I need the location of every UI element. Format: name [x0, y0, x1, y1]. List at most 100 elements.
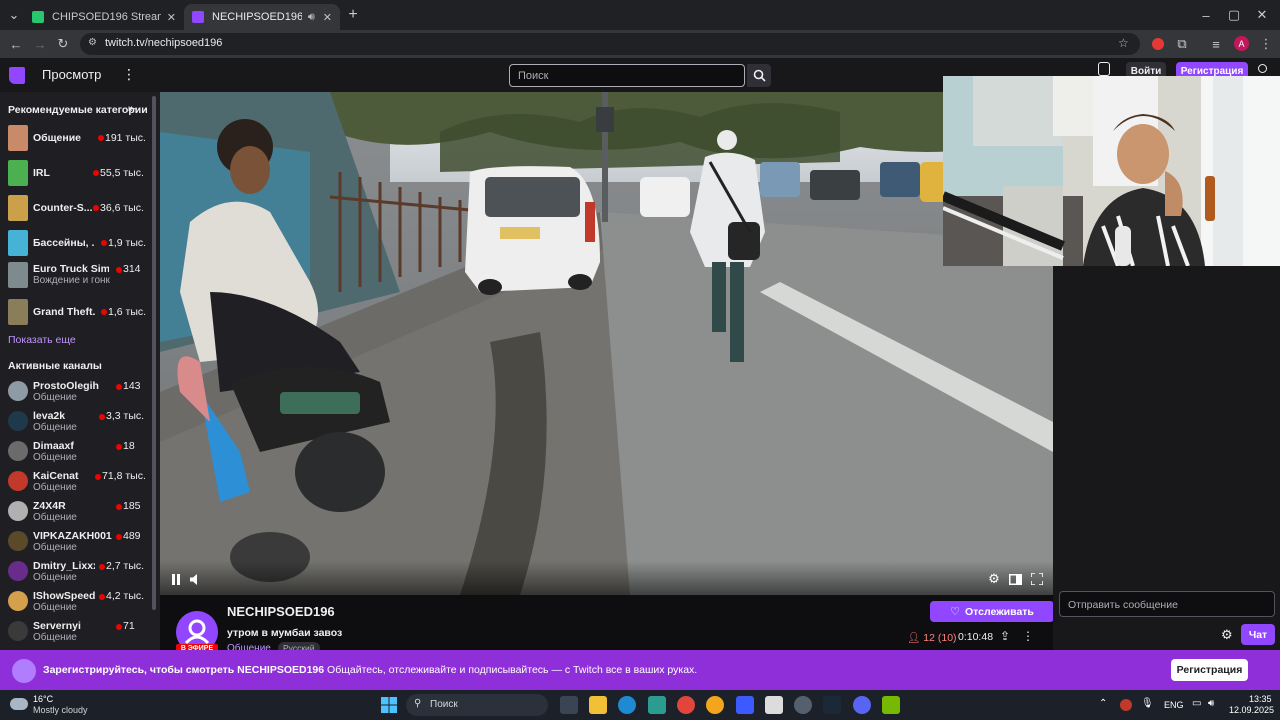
banner-signup-button[interactable]: Регистрация	[1171, 659, 1248, 681]
user-menu-icon[interactable]	[1258, 64, 1267, 73]
tray-app-icon[interactable]	[1120, 699, 1132, 711]
sidebar-category[interactable]: IRL 55,5 тыс.	[0, 158, 152, 188]
live-dot-icon	[99, 564, 105, 570]
video-player[interactable]: ⚙︎	[160, 92, 1053, 595]
sidebar-category[interactable]: Counter-S... 36,6 тыс.	[0, 193, 152, 223]
collapse-sidebar-icon[interactable]: ⇤	[128, 102, 137, 115]
clock-time[interactable]: 13:35	[1249, 694, 1272, 704]
tab-search-icon[interactable]: ⌄	[4, 5, 24, 25]
reload-icon[interactable]: ↻	[53, 34, 73, 54]
chat-input[interactable]: Отправить сообщение	[1059, 591, 1275, 617]
avatar	[8, 441, 28, 461]
more-options-icon[interactable]: ⋮	[1022, 629, 1034, 643]
speaker-icon[interactable]: 🔊︎	[1208, 698, 1214, 709]
more-menu-icon[interactable]: ⋮	[122, 66, 136, 83]
app-icon[interactable]	[706, 696, 724, 714]
tray-chevron-icon[interactable]: ⌃	[1099, 698, 1107, 709]
browser-menu-icon[interactable]: ⋮	[1256, 34, 1276, 54]
top-right-actions: Войти Регистрация	[1092, 62, 1280, 76]
prime-crown-icon[interactable]	[1098, 62, 1110, 76]
sidebar-category[interactable]: Euro Truck Sim... Вождение и гонк 314	[0, 260, 152, 290]
maximize-icon[interactable]: ▢	[1224, 5, 1244, 25]
volume-icon[interactable]	[189, 572, 203, 586]
sidebar-channel[interactable]: leva2k Общение 3,3 тыс.	[0, 407, 152, 437]
search-input[interactable]: Поиск	[509, 64, 745, 87]
new-tab-icon[interactable]: +	[343, 5, 363, 25]
task-view-icon[interactable]	[560, 696, 578, 714]
back-icon[interactable]: ←	[6, 34, 26, 54]
player-controls: ⚙︎	[160, 561, 1053, 595]
chat-settings-icon[interactable]: ⚙︎	[1221, 627, 1233, 643]
speaker-icon[interactable]: 🔊︎	[308, 11, 315, 24]
sidebar-category[interactable]: Общение 191 тыс.	[0, 123, 152, 153]
sidebar-channel[interactable]: Servernyi Общение 71	[0, 617, 152, 647]
app-icon[interactable]	[648, 696, 666, 714]
sidebar-category[interactable]: Бассейны, ... 1,9 тыс.	[0, 228, 152, 258]
app-icon[interactable]	[765, 696, 783, 714]
close-window-icon[interactable]: ✕	[1252, 5, 1272, 25]
browser-tab-chipsoed[interactable]: CHIPSOED196 Stream - Watch Li ✕	[24, 4, 184, 30]
extensions-puzzle-icon[interactable]: ⧉	[1172, 34, 1192, 54]
browse-link[interactable]: Просмотр	[42, 67, 101, 82]
chart-app-icon[interactable]	[736, 696, 754, 714]
banner-description: Общайтесь, отслеживайте и подписывайтесь…	[327, 664, 698, 676]
follow-button[interactable]: ♡ Отслеживать	[930, 601, 1054, 622]
share-icon[interactable]: ⇪	[1000, 629, 1010, 643]
nvidia-icon[interactable]	[882, 696, 900, 714]
login-button[interactable]: Войти	[1126, 62, 1166, 76]
live-dot-icon	[99, 594, 105, 600]
cloud-weather-icon[interactable]	[10, 698, 28, 710]
channel-name[interactable]: NECHIPSOED196	[227, 604, 335, 619]
chat-send-button[interactable]: Чат	[1241, 624, 1275, 645]
sidebar-channel[interactable]: ProstoOlegih Общение 143	[0, 377, 152, 407]
address-bar[interactable]: ⚙︎ twitch.tv/nechipsoed196 ☆	[80, 33, 1140, 55]
sidebar-channel[interactable]: VIPKAZAKH001 Общение 489	[0, 527, 152, 557]
network-icon[interactable]: ▭	[1192, 698, 1201, 709]
avatar	[8, 561, 28, 581]
bookmark-star-icon[interactable]: ☆	[1118, 36, 1129, 50]
twitch-logo-icon[interactable]	[9, 67, 25, 84]
clock-date[interactable]: 12.09.2025	[1229, 705, 1274, 715]
browser-tab-twitch[interactable]: NECHIPSOED196 - Twitch 🔊︎ ✕	[184, 4, 340, 30]
sidebar-channel[interactable]: Dimaaxf Общение 18	[0, 437, 152, 467]
input-language[interactable]: ENG	[1164, 700, 1184, 710]
windows-taskbar: 16°C Mostly cloudy ⚲ Поиск ⌃ 🎙︎ ENG ▭ 🔊︎…	[0, 690, 1280, 720]
steam-icon[interactable]	[823, 696, 841, 714]
minimize-icon[interactable]: –	[1196, 5, 1216, 25]
signup-button[interactable]: Регистрация	[1176, 62, 1248, 76]
live-dot-icon	[116, 267, 122, 273]
pause-icon[interactable]	[169, 572, 183, 586]
profile-avatar[interactable]: A	[1234, 36, 1249, 51]
settings-gear-icon[interactable]: ⚙︎	[987, 571, 1001, 586]
close-tab-icon[interactable]: ✕	[167, 11, 176, 24]
fullscreen-icon[interactable]	[1030, 572, 1044, 586]
obs-icon[interactable]	[794, 696, 812, 714]
weather-description[interactable]: Mostly cloudy	[33, 705, 88, 715]
search-button[interactable]	[747, 64, 771, 87]
weather-temperature[interactable]: 16°C	[33, 694, 53, 704]
video-frame	[160, 92, 1053, 595]
live-dot-icon	[98, 135, 104, 141]
sidebar-scrollbar[interactable]	[152, 96, 156, 610]
chrome-icon[interactable]	[677, 696, 695, 714]
microphone-icon[interactable]: 🎙︎	[1141, 698, 1154, 709]
edge-icon[interactable]	[618, 696, 636, 714]
reading-list-icon[interactable]: ≡	[1206, 34, 1226, 54]
taskbar-search[interactable]: ⚲ Поиск	[406, 694, 548, 716]
signup-banner: Зарегистрируйтесь, чтобы смотреть NECHIP…	[0, 650, 1280, 690]
sidebar-channel[interactable]: IShowSpeed Общение 4,2 тыс.	[0, 587, 152, 617]
forward-icon[interactable]: →	[30, 34, 50, 54]
sidebar-category[interactable]: Grand Theft... 1,6 тыс.	[0, 297, 152, 327]
show-more-link[interactable]: Показать еще	[8, 334, 76, 346]
file-explorer-icon[interactable]	[589, 696, 607, 714]
windows-start-icon[interactable]	[381, 697, 397, 713]
search-icon: ⚲	[414, 698, 422, 709]
extension-icon[interactable]	[1152, 38, 1164, 50]
site-info-icon[interactable]: ⚙︎	[88, 37, 97, 48]
close-tab-icon[interactable]: ✕	[323, 11, 332, 24]
sidebar-channel[interactable]: Dmitry_Lixxx Общение 2,7 тыс.	[0, 557, 152, 587]
sidebar-channel[interactable]: KaiCenat Общение 71,8 тыс.	[0, 467, 152, 497]
discord-icon[interactable]	[853, 696, 871, 714]
theatre-mode-icon[interactable]	[1008, 572, 1022, 586]
sidebar-channel[interactable]: Z4X4R Общение 185	[0, 497, 152, 527]
